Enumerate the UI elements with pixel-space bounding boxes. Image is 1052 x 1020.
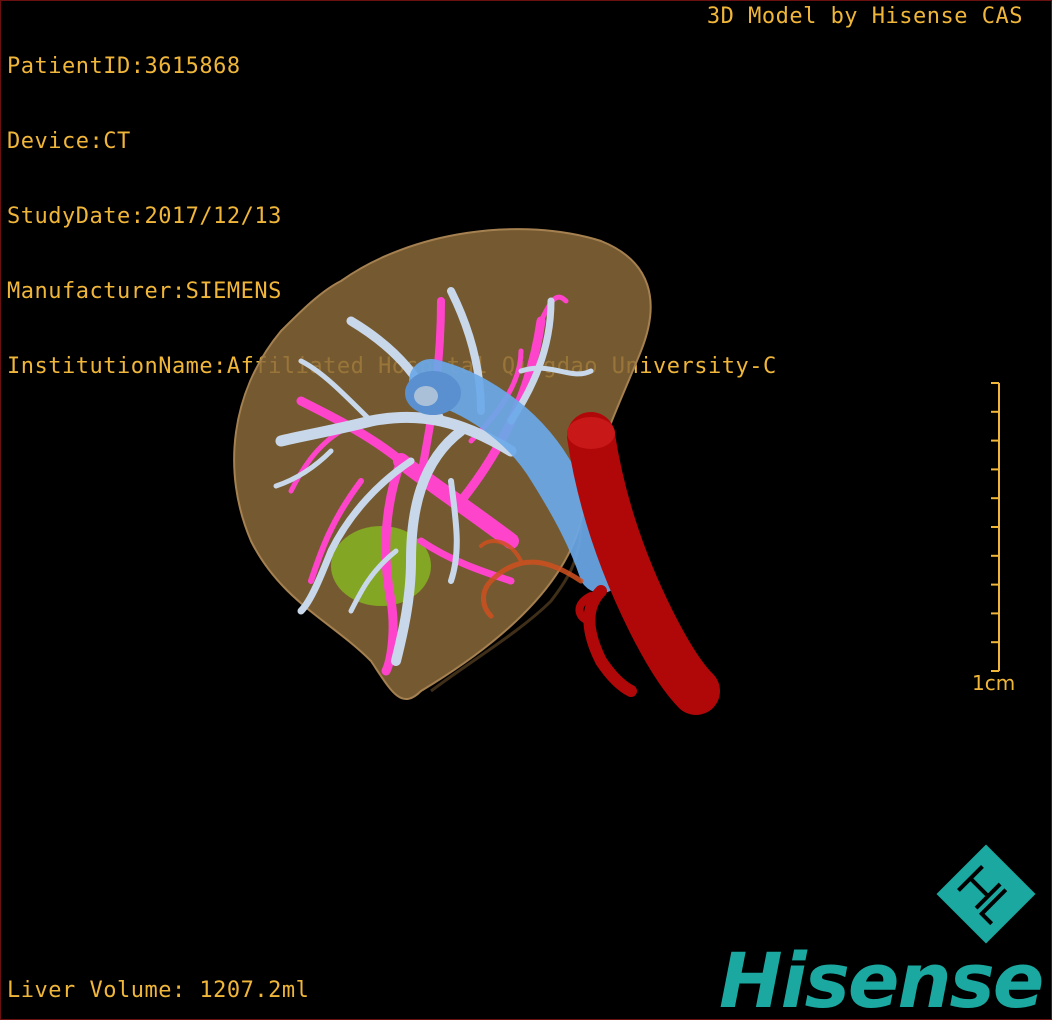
liver-3d-model[interactable] (221, 221, 741, 731)
scale-bar (991, 382, 1000, 672)
scale-label: 1cm (972, 671, 1016, 695)
device: Device:CT (7, 129, 131, 154)
hisense-logo-mark (936, 844, 1036, 944)
liver-volume: Liver Volume: 1207.2ml (7, 978, 310, 1003)
aorta-top (567, 417, 615, 449)
3d-viewer-viewport[interactable]: PatientID:3615868 Device:CT StudyDate:20… (0, 0, 1052, 1020)
patient-id: PatientID:3615868 (7, 54, 241, 79)
model-brand-caption: 3D Model by Hisense CAS (706, 4, 1023, 29)
hisense-logo-wordmark: Hisense (719, 936, 1044, 1020)
